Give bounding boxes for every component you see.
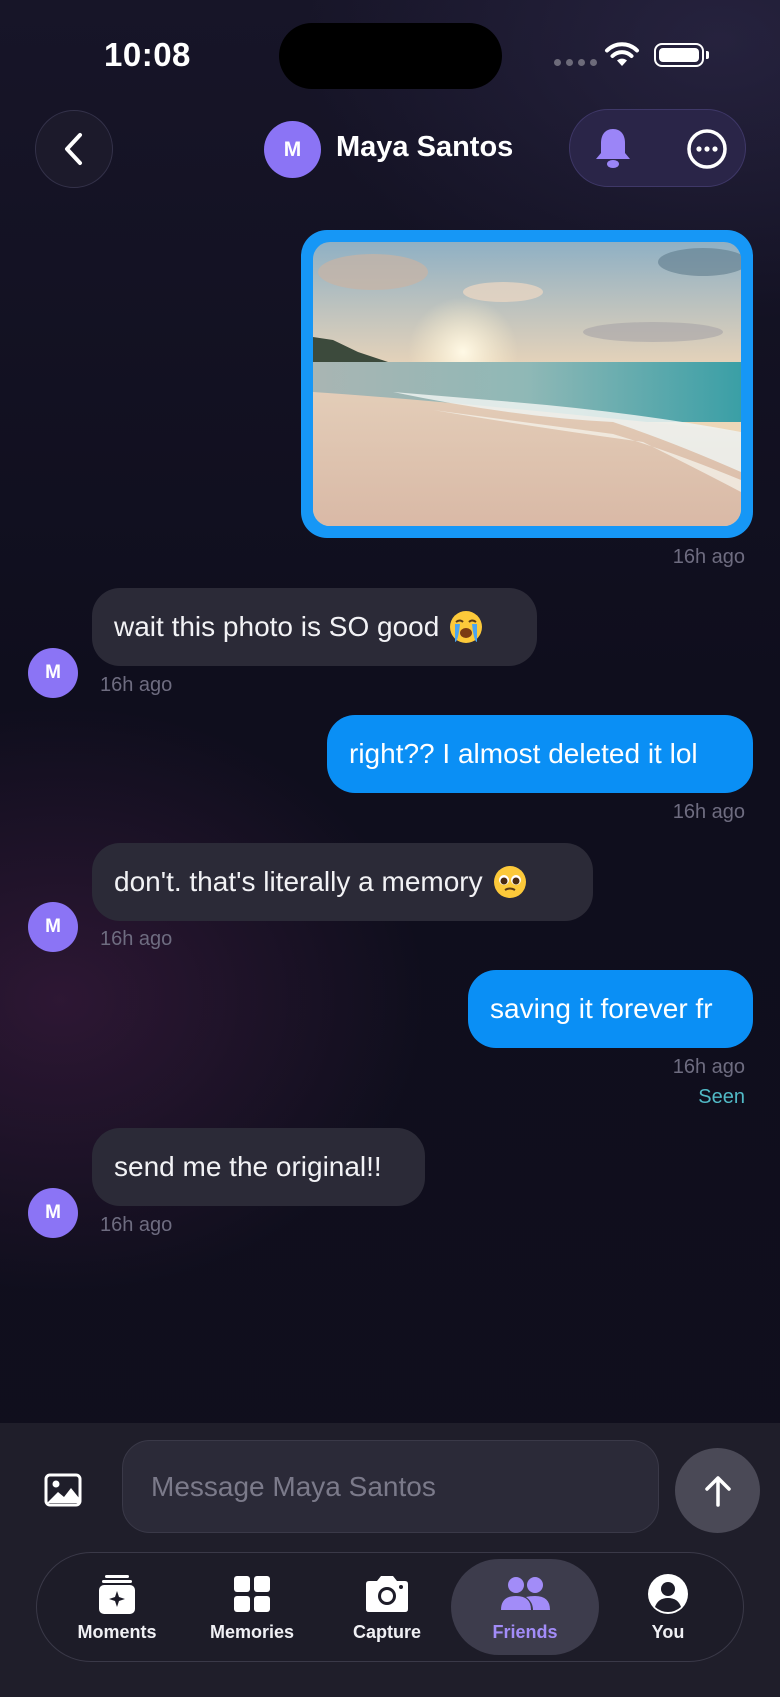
chat-screen: 10:08 M Maya Santos 16h ago wait this ph… bbox=[0, 0, 780, 1697]
back-button[interactable] bbox=[35, 110, 113, 188]
message-timestamp: 16h ago bbox=[672, 801, 745, 823]
friends-icon bbox=[501, 1576, 550, 1610]
wifi-icon bbox=[605, 42, 639, 66]
sent-message-bubble[interactable]: right?? I almost deleted it lol bbox=[327, 715, 753, 793]
send-button[interactable] bbox=[675, 1448, 760, 1533]
tab-friends[interactable]: Friends bbox=[451, 1559, 599, 1655]
received-message-bubble[interactable]: don't. that's literally a memory bbox=[92, 843, 593, 921]
beach-photo[interactable] bbox=[313, 242, 741, 526]
message-text: right?? I almost deleted it lol bbox=[349, 738, 698, 769]
message-timestamp: 16h ago bbox=[672, 1056, 745, 1078]
pleading-face-emoji-icon bbox=[493, 866, 526, 898]
message-timestamp: 16h ago bbox=[672, 546, 745, 568]
seen-receipt: Seen bbox=[698, 1086, 745, 1108]
message-timestamp: 16h ago bbox=[100, 1214, 173, 1236]
message-text: saving it forever fr bbox=[490, 993, 713, 1024]
photo-message[interactable] bbox=[301, 230, 753, 538]
message-text: wait this photo is SO good bbox=[114, 611, 440, 642]
chevron-left-icon bbox=[65, 133, 82, 165]
contact-name[interactable]: Maya Santos bbox=[336, 131, 513, 164]
message-text: don't. that's literally a memory bbox=[114, 866, 483, 897]
contact-avatar[interactable]: M bbox=[264, 121, 321, 178]
tab-you[interactable]: You bbox=[612, 1559, 724, 1655]
cellular-signal-icon bbox=[554, 59, 597, 66]
header-actions bbox=[569, 109, 746, 187]
contact-avatar-small[interactable]: M bbox=[28, 648, 78, 698]
tab-label: Capture bbox=[352, 1621, 421, 1642]
tab-memories[interactable]: Memories bbox=[192, 1559, 312, 1655]
message-timestamp: 16h ago bbox=[100, 928, 173, 950]
sent-message-bubble[interactable]: saving it forever fr bbox=[468, 970, 753, 1048]
camera-icon bbox=[366, 1575, 408, 1612]
profile-icon bbox=[648, 1573, 688, 1614]
arrow-up-icon bbox=[704, 1475, 731, 1507]
message-input[interactable] bbox=[122, 1440, 659, 1533]
tab-capture[interactable]: Capture bbox=[327, 1559, 447, 1655]
tab-label: You bbox=[651, 1621, 685, 1642]
status-time: 10:08 bbox=[104, 36, 191, 73]
dynamic-island bbox=[279, 23, 502, 89]
received-message-bubble[interactable]: send me the original!! bbox=[92, 1128, 425, 1206]
moments-icon bbox=[99, 1574, 135, 1614]
tab-label: Moments bbox=[77, 1621, 157, 1642]
bell-icon[interactable] bbox=[592, 126, 634, 170]
message-timestamp: 16h ago bbox=[100, 674, 173, 696]
tab-label: Friends bbox=[492, 1621, 558, 1642]
contact-avatar-small[interactable]: M bbox=[28, 902, 78, 952]
received-message-bubble[interactable]: wait this photo is SO good bbox=[92, 588, 537, 666]
tab-moments[interactable]: Moments bbox=[57, 1559, 177, 1655]
image-attach-icon[interactable] bbox=[44, 1473, 82, 1507]
message-text: send me the original!! bbox=[114, 1151, 382, 1182]
more-options-icon[interactable] bbox=[686, 128, 728, 170]
tab-bar: Moments Memories Capture Friends You bbox=[36, 1552, 744, 1662]
battery-icon bbox=[654, 43, 709, 67]
grid-icon bbox=[234, 1575, 270, 1612]
tab-label: Memories bbox=[209, 1621, 295, 1642]
contact-avatar-small[interactable]: M bbox=[28, 1188, 78, 1238]
loudly-crying-face-emoji-icon bbox=[450, 611, 483, 643]
